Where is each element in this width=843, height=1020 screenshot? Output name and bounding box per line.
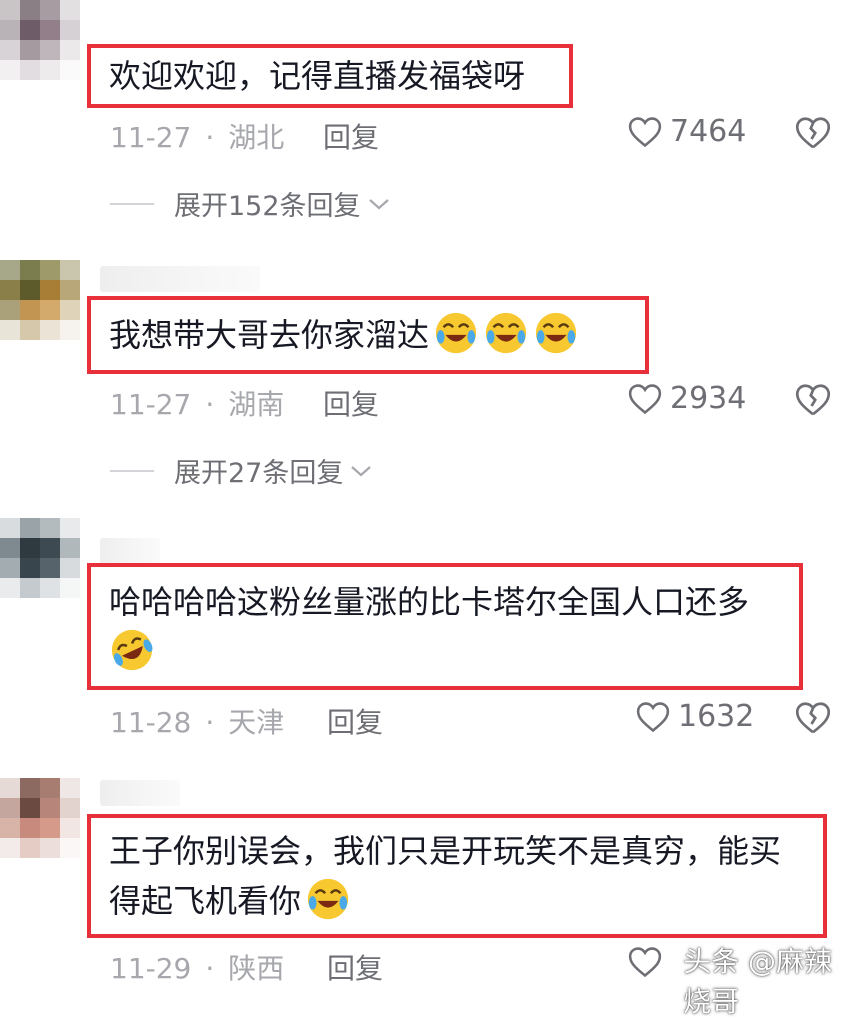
comment-text-highlight: 哈哈哈哈这粉丝量涨的比卡塔尔全国人口还多 bbox=[87, 563, 803, 690]
avatar[interactable] bbox=[0, 778, 80, 858]
comment-text: 欢迎欢迎，记得直播发福袋呀 bbox=[109, 57, 526, 95]
like-button[interactable]: 7464 bbox=[628, 114, 746, 149]
crying-laughing-emoji bbox=[535, 312, 577, 354]
comment-date: 11-29 bbox=[110, 952, 192, 985]
comment-text-highlight: 欢迎欢迎，记得直播发福袋呀 bbox=[87, 44, 573, 108]
reply-button[interactable]: 回复 bbox=[327, 947, 383, 987]
comment-text-highlight: 我想带大哥去你家溜达 bbox=[87, 296, 649, 374]
comment-date: 11-27 bbox=[110, 121, 192, 154]
comment-text: 我想带大哥去你家溜达 bbox=[109, 316, 430, 354]
chevron-down-icon bbox=[368, 198, 389, 209]
broken-heart-icon[interactable] bbox=[795, 701, 831, 735]
watermark-text: 头条 @麻辣烧哥 bbox=[683, 945, 833, 1018]
heart-icon bbox=[636, 701, 670, 732]
divider bbox=[110, 202, 154, 205]
like-count: 1632 bbox=[678, 699, 755, 734]
divider bbox=[110, 469, 154, 472]
comment-location: 陕西 bbox=[228, 952, 285, 985]
expand-replies-label: 展开152条回复 bbox=[174, 191, 361, 222]
expand-replies-label: 展开27条回复 bbox=[174, 458, 344, 489]
reply-button[interactable]: 回复 bbox=[323, 383, 379, 423]
expand-replies-button[interactable]: 展开27条回复 bbox=[110, 451, 373, 490]
comment-text: 哈哈哈哈这粉丝量涨的比卡塔尔全国人口还多 bbox=[109, 582, 750, 621]
heart-icon bbox=[628, 383, 662, 414]
toutiao-logo-icon bbox=[665, 972, 680, 988]
broken-heart-icon[interactable] bbox=[795, 383, 831, 417]
avatar[interactable] bbox=[0, 260, 80, 340]
comment-location: 湖南 bbox=[228, 388, 285, 421]
reply-button[interactable]: 回复 bbox=[323, 116, 379, 156]
expand-replies-button[interactable]: 展开152条回复 bbox=[110, 184, 391, 223]
heart-icon bbox=[628, 116, 662, 147]
like-count: 7464 bbox=[670, 114, 747, 149]
username-blurred bbox=[100, 538, 160, 564]
comment-location: 湖北 bbox=[228, 121, 285, 154]
comment-text: 王子你别误会，我们只是开玩笑不是真穷，能买 bbox=[109, 832, 782, 870]
crying-laughing-emoji bbox=[435, 312, 477, 354]
comment-meta: 11-27 · 湖北 回复 bbox=[110, 116, 379, 156]
heart-icon bbox=[628, 947, 662, 978]
crying-laughing-emoji bbox=[485, 312, 527, 354]
reply-button[interactable]: 回复 bbox=[327, 701, 383, 741]
comment-meta: 11-27 · 湖南 回复 bbox=[110, 383, 379, 423]
comment-text-highlight: 王子你别误会，我们只是开玩笑不是真穷，能买 得起飞机看你 bbox=[87, 814, 827, 938]
username-blurred bbox=[100, 780, 180, 806]
chevron-down-icon bbox=[351, 465, 372, 476]
avatar[interactable] bbox=[0, 0, 80, 80]
comment-date: 11-28 bbox=[110, 706, 192, 739]
like-count: 2934 bbox=[670, 381, 747, 416]
like-button[interactable] bbox=[628, 946, 662, 978]
rolling-laughing-emoji bbox=[111, 629, 153, 670]
broken-heart-icon[interactable] bbox=[795, 116, 831, 150]
like-button[interactable]: 1632 bbox=[636, 699, 754, 734]
comment-location: 天津 bbox=[228, 706, 285, 739]
like-button[interactable]: 2934 bbox=[628, 381, 746, 416]
comment-meta: 11-29 · 陕西 回复 bbox=[110, 947, 383, 987]
watermark: 头条 @麻辣烧哥 bbox=[664, 940, 843, 1020]
comment-meta: 11-28 · 天津 回复 bbox=[110, 701, 383, 741]
avatar[interactable] bbox=[0, 518, 80, 598]
crying-laughing-emoji bbox=[307, 878, 349, 920]
username-blurred bbox=[100, 266, 260, 292]
comment-date: 11-27 bbox=[110, 388, 192, 421]
